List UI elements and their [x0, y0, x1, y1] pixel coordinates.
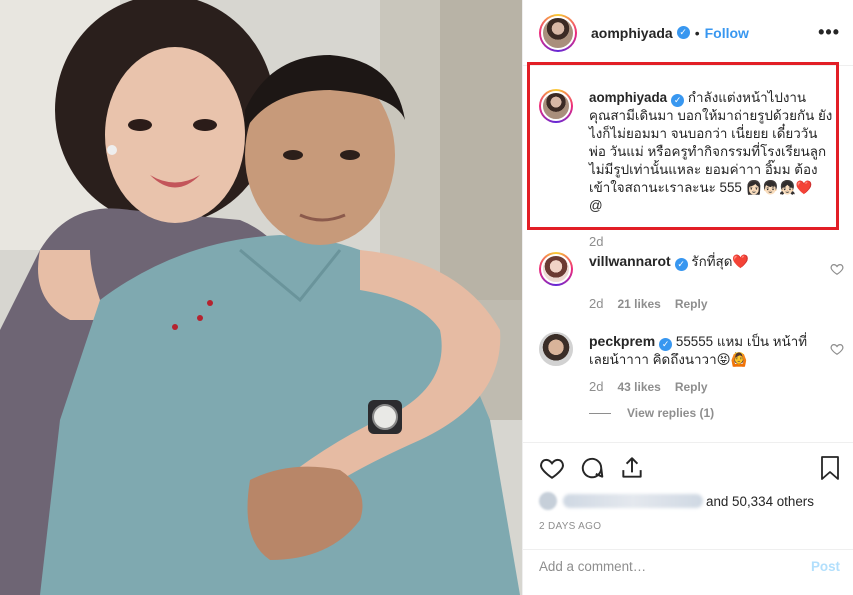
liked-by-avatar — [539, 492, 557, 510]
verified-icon: ✓ — [671, 94, 685, 107]
more-icon[interactable]: ••• — [818, 22, 840, 43]
post-header: aomphiyada ✓ • Follow ••• — [523, 0, 853, 66]
caption-line: คุณสามีเดินมา บอกให้มาถ่ายรูปด้วยกัน ยัง — [589, 108, 833, 123]
comment-item: peckprem ✓ 55555 แหม เป็น หน้าที่เลยน้าาา… — [539, 332, 844, 394]
commenter-avatar[interactable] — [539, 332, 573, 366]
comment-time[interactable]: 2d — [589, 379, 603, 394]
couple-illustration — [0, 0, 522, 595]
view-replies-label: View replies (1) — [627, 406, 715, 420]
post-actions: and 50,334 others 2 DAYS AGO Post — [523, 442, 853, 582]
comment-meta: 2d 21 likes Reply — [589, 296, 844, 311]
caption-line: ไม่มีรูปเท่านั้นแหละ ยอมค่าาา อิ๊มม ต้อง — [589, 162, 818, 177]
caption-username[interactable]: aomphiyada — [589, 90, 667, 105]
action-icons — [539, 455, 645, 481]
heart-icon[interactable] — [539, 455, 565, 481]
post-photo[interactable] — [0, 0, 522, 595]
share-icon[interactable] — [619, 455, 645, 481]
likes-count: and 50,334 others — [706, 493, 814, 509]
caption-line: เข้าใจสถานะเราละนะ 555 👩🏻👦🏻👧🏻❤️ — [589, 180, 813, 195]
view-replies-line — [589, 412, 611, 414]
commenter-username[interactable]: villwannarot — [589, 253, 671, 269]
view-replies-button[interactable]: View replies (1) — [589, 406, 714, 420]
separator-dot: • — [694, 24, 700, 41]
verified-icon: ✓ — [659, 338, 673, 351]
caption-line: กำลังแต่งหน้าไปงาน — [687, 90, 807, 105]
verified-icon: ✓ — [676, 26, 690, 39]
bookmark-icon — [821, 456, 839, 480]
instagram-post-viewer: aomphiyada ✓ • Follow ••• aomphiyada ✓ กำ… — [0, 0, 853, 595]
liked-by[interactable]: and 50,334 others — [539, 492, 814, 510]
commenter-avatar[interactable] — [539, 252, 573, 286]
caption-time[interactable]: 2d — [589, 234, 603, 249]
caption-mention[interactable]: @ — [589, 198, 603, 213]
add-comment-bar: Post — [523, 549, 853, 583]
reply-button[interactable]: Reply — [675, 297, 708, 311]
comment-input[interactable] — [539, 559, 779, 574]
comment-text: รักที่สุด❤️ — [691, 254, 750, 269]
comment-like-icon[interactable] — [830, 262, 844, 276]
comment-icon[interactable] — [579, 455, 605, 481]
commenter-username[interactable]: peckprem — [589, 333, 655, 349]
post-side-panel: aomphiyada ✓ • Follow ••• aomphiyada ✓ กำ… — [522, 0, 853, 595]
comment-item: villwannarot ✓ รักที่สุด❤️ 2d 21 likes Re… — [539, 252, 844, 311]
verified-icon: ✓ — [674, 258, 688, 271]
author-username[interactable]: aomphiyada — [591, 25, 673, 41]
comment-like-icon[interactable] — [830, 342, 844, 356]
reply-button[interactable]: Reply — [675, 380, 708, 394]
caption-line: ไงก็ไม่ยอมมา จนบอกว่า เนี่ยยย เดี๋ยววัน — [589, 126, 818, 141]
caption-line: พ่อ วันแม่ หรือครูทำกิจกรรมที่โรงเรียนลู… — [589, 144, 827, 159]
comment-likes[interactable]: 43 likes — [617, 380, 660, 394]
comment-likes[interactable]: 21 likes — [617, 297, 660, 311]
author-avatar[interactable] — [539, 13, 577, 52]
post-timestamp[interactable]: 2 DAYS AGO — [539, 521, 601, 532]
comment-time[interactable]: 2d — [589, 296, 603, 311]
comment-meta: 2d 43 likes Reply — [589, 379, 844, 394]
caption-avatar[interactable] — [539, 89, 573, 123]
follow-button[interactable]: Follow — [705, 25, 749, 41]
post-caption: aomphiyada ✓ กำลังแต่งหน้าไปงาน คุณสามีเด… — [539, 89, 834, 215]
bookmark-button[interactable] — [818, 455, 842, 481]
liked-by-blurred-name — [563, 494, 703, 508]
post-comment-button[interactable]: Post — [811, 559, 840, 574]
